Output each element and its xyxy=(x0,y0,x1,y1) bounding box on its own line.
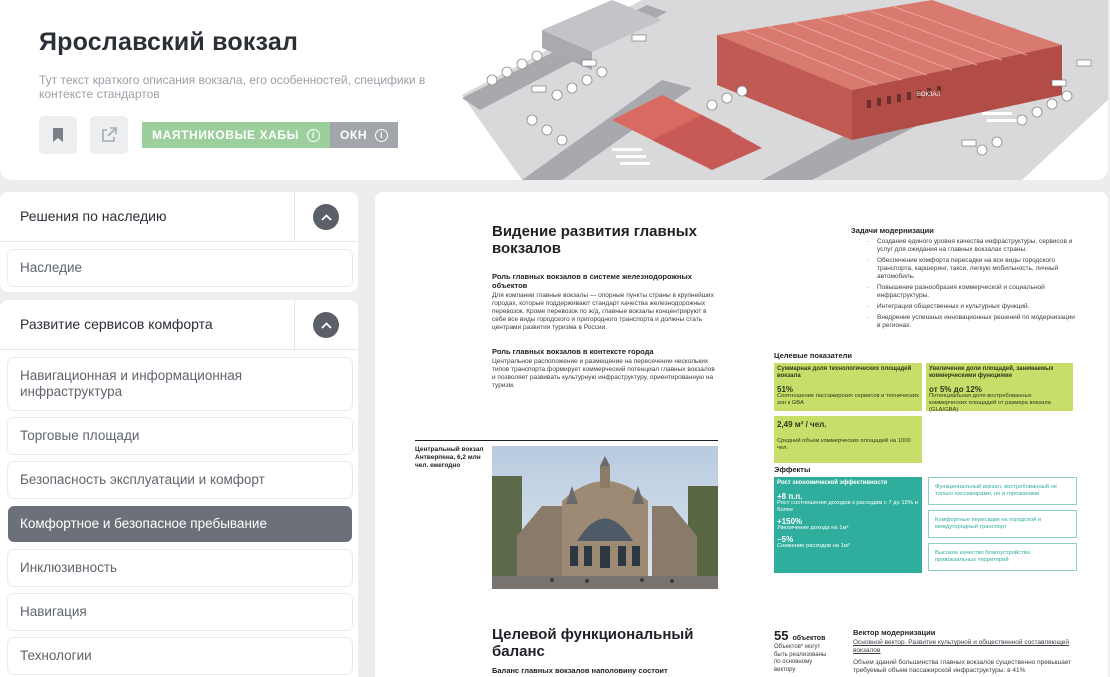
chevron-up-icon[interactable] xyxy=(313,204,339,230)
doc-subheading: Роль главных вокзалов в контексте города xyxy=(492,347,654,356)
kpi-text: Средний объем коммерческих площадей на 1… xyxy=(777,438,911,451)
effect-text: Рост соотношения доходов к расходам с 7 … xyxy=(777,500,918,513)
menu-item-navigation[interactable]: Навигация xyxy=(8,594,352,630)
divider xyxy=(294,300,295,350)
divider xyxy=(415,440,718,441)
effect-value: +8 п.п. xyxy=(777,492,803,501)
station-sign: ВОКЗАЛ xyxy=(917,92,941,98)
doc-paragraph: Для компании главные вокзалы — опорные п… xyxy=(492,292,714,331)
task-item: Внедрение успешных инновационных решений… xyxy=(865,314,1075,330)
effects-card: Рост экономической эффективности +8 п.п.… xyxy=(774,477,922,573)
count-text: Объектов* могут быть реализованы по осно… xyxy=(774,644,827,673)
effect-text: Снижение расходов на 1м² xyxy=(777,543,850,549)
effect-value: −5% xyxy=(777,535,794,544)
info-icon[interactable]: i xyxy=(306,128,320,142)
task-item: Создание единого уровня качества инфраст… xyxy=(865,238,1075,254)
count-unit: объектов xyxy=(792,635,826,642)
menu-item-retail-areas[interactable]: Торговые площади xyxy=(8,418,352,454)
doc-subheading: Баланс главных вокзалов наполовину состо… xyxy=(492,666,668,675)
outcome-card: Комфортные пересадки на городской и межд… xyxy=(928,510,1077,538)
section-header[interactable]: Решения по наследию xyxy=(0,192,358,242)
divider xyxy=(294,192,295,242)
menu-item-navigation-infrastructure[interactable]: Навигационная и информационная инфрастру… xyxy=(8,358,352,410)
doc-heading-2: Целевой функциональный баланс xyxy=(492,626,694,660)
document-preview[interactable]: Видение развития главных вокзалов Роль г… xyxy=(375,192,1108,677)
bookmark-button[interactable] xyxy=(39,116,77,154)
photo-caption: Центральный вокзал Антверпена, 6,2 млн ч… xyxy=(415,446,484,469)
station-header: Ярославский вокзал Тут текст краткого оп… xyxy=(0,0,1108,180)
kpi-title: Суммарная доля технологических площадей … xyxy=(777,366,912,379)
kpi-card: Увеличение доли площадей, занимаемых ком… xyxy=(926,363,1073,413)
menu-item-inclusivity[interactable]: Инклюзивность xyxy=(8,550,352,586)
kpi-value: от 5% до 12% xyxy=(929,385,982,394)
kpi-text: Потенциальная доля востребованных коммер… xyxy=(929,393,1051,413)
task-item: Интеграция общественных и культурных фун… xyxy=(865,303,1075,311)
tasks-title: Задачи модернизации xyxy=(851,226,934,235)
station-illustration: ВОКЗАЛ xyxy=(462,0,1108,180)
menu-item-heritage[interactable]: Наследие xyxy=(8,250,352,286)
menu-item-comfortable-stay[interactable]: Комфортное и безопасное пребывание xyxy=(8,506,352,542)
doc-subheading: Роль главных вокзалов в системе железнод… xyxy=(492,272,692,290)
outcome-card: Высокое качество благоустройства привокз… xyxy=(928,543,1077,571)
menu-item-operational-safety[interactable]: Безопасность эксплуатации и комфорт xyxy=(8,462,352,498)
tag-okn[interactable]: ОКН i xyxy=(330,122,399,148)
menu-item-technologies[interactable]: Технологии xyxy=(8,638,352,674)
section-title: Развитие сервисов комфорта xyxy=(20,316,213,332)
external-link-icon xyxy=(102,127,117,142)
section-title: Решения по наследию xyxy=(20,208,167,224)
effects-title: Эффекты xyxy=(774,465,811,474)
targets-title: Целевые показатели xyxy=(774,351,852,360)
vector-text: Объем зданий большинства главных вокзало… xyxy=(853,659,1072,674)
kpi-value: 51% xyxy=(777,385,794,394)
tag-label: МАЯТНИКОВЫЕ ХАБЫ xyxy=(152,128,299,142)
vector-title: Вектор модернизации xyxy=(853,628,936,637)
count-value: 55 xyxy=(774,628,789,643)
outcome-card: Функциональный вокзал, востребованный не… xyxy=(928,477,1077,505)
station-photo xyxy=(492,446,718,589)
task-item: Повышение разнообразия коммерческой и со… xyxy=(865,284,1075,300)
kpi-card: 2,49 м² / чел. Средний объем коммерчески… xyxy=(774,416,922,463)
effect-value: +150% xyxy=(777,517,803,526)
station-description: Тут текст краткого описания вокзала, его… xyxy=(39,73,426,101)
objects-count: 55 объектов xyxy=(774,628,825,643)
info-icon[interactable]: i xyxy=(375,128,389,142)
effect-text: Увеличение дохода на 1м² xyxy=(777,525,849,531)
doc-heading: Видение развития главных вокзалов xyxy=(492,223,697,257)
kpi-card: Суммарная доля технологических площадей … xyxy=(774,363,922,411)
task-item: Обеспечение комфорта пересадки на все ви… xyxy=(865,257,1075,281)
effect-title: Рост экономической эффективности xyxy=(777,480,888,486)
section-heritage: Решения по наследию Наследие xyxy=(0,192,358,292)
chevron-up-icon[interactable] xyxy=(313,312,339,338)
section-comfort: Развитие сервисов комфорта Навигационная… xyxy=(0,300,358,677)
tag-label: ОКН xyxy=(340,128,368,142)
bookmark-icon xyxy=(53,128,63,142)
doc-paragraph: Центральное расположение и размещение на… xyxy=(492,358,715,389)
kpi-value: 2,49 м² / чел. xyxy=(777,420,827,429)
kpi-title: Увеличение доли площадей, занимаемых ком… xyxy=(929,366,1054,379)
share-button[interactable] xyxy=(90,116,128,154)
section-header[interactable]: Развитие сервисов комфорта xyxy=(0,300,358,350)
tasks-list: Создание единого уровня качества инфраст… xyxy=(865,238,1075,333)
page-title: Ярославский вокзал xyxy=(39,28,299,56)
kpi-text: Соотношение пассажирских сервисов и техн… xyxy=(777,393,919,406)
tag-pendulum-hubs[interactable]: МАЯТНИКОВЫЕ ХАБЫ i xyxy=(142,122,330,148)
vector-link[interactable]: Основной вектор. Развитие культурной и о… xyxy=(853,639,1079,655)
